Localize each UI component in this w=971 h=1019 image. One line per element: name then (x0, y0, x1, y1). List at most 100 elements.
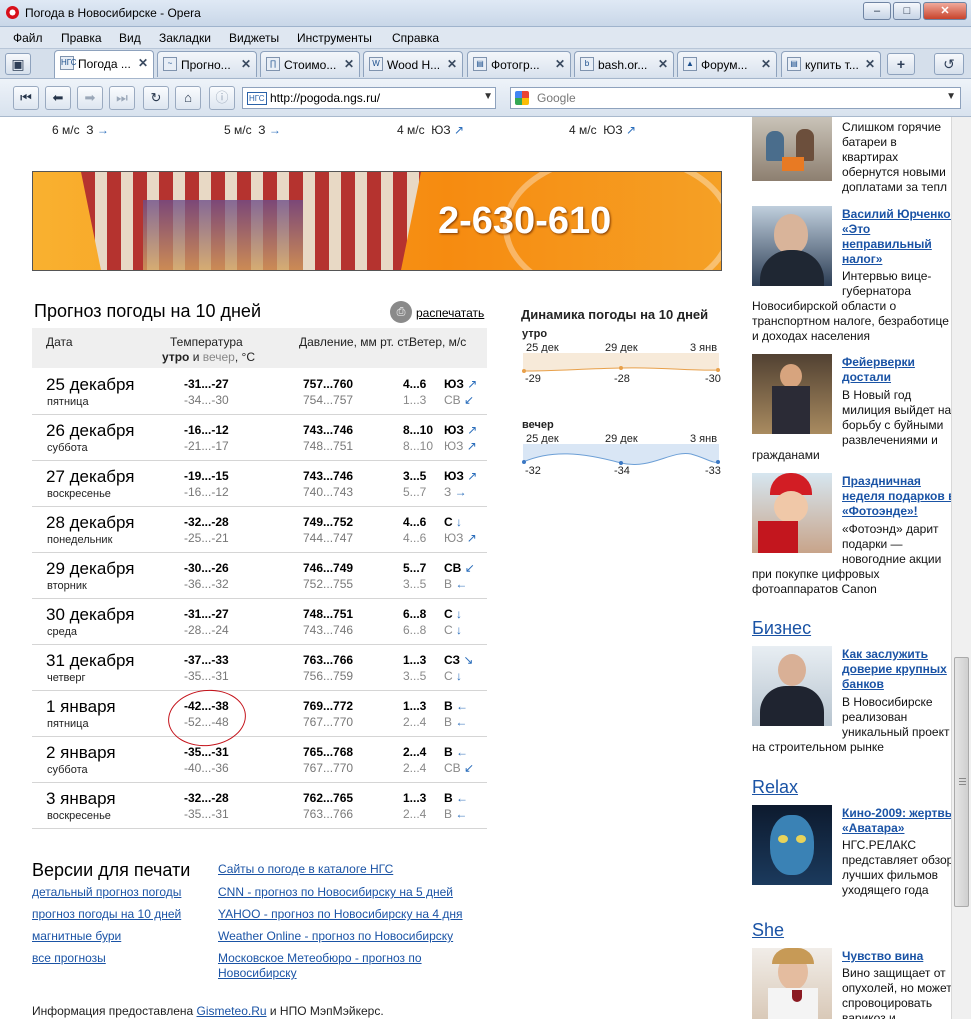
vertical-scrollbar[interactable] (951, 117, 971, 1019)
temp-morning: -32...-28 (184, 791, 229, 805)
relax-link[interactable]: Кино-2009: жертвы «Аватара» (842, 806, 951, 836)
news-photo-yurchenko[interactable] (752, 206, 832, 286)
forecast-weekday: пятница (47, 396, 89, 408)
link-moscow-meteo-2[interactable]: Новосибирску (218, 966, 297, 980)
news-photo-wine[interactable] (752, 948, 832, 1019)
close-tab-icon[interactable]: ✕ (658, 57, 668, 71)
link-catalog[interactable]: Сайты о погоде в каталоге НГС (218, 862, 393, 876)
gismeteo-link[interactable]: Gismeteo.Ru (197, 1004, 267, 1018)
tab-pogoda[interactable]: НГС Погода ... ✕ (54, 50, 154, 78)
wind-dir-morning: ЮЗ ↗ (444, 423, 477, 437)
forecast-date: 25 декабря (46, 375, 135, 394)
tab-prognoz[interactable]: ~ Прогно... ✕ (157, 51, 257, 77)
wind-dir-morning: В ← (444, 699, 468, 713)
tab-label: Wood H... (387, 58, 441, 72)
forecast-weekday: воскресенье (47, 488, 111, 500)
minimize-button[interactable]: ‒ (863, 2, 891, 20)
wind-speed-morning: 6...8 (403, 607, 427, 621)
advertisement-banner[interactable]: 2-630-610 (32, 171, 722, 271)
menu-help[interactable]: Справка (392, 31, 439, 45)
window-titlebar[interactable]: Погода в Новосибирске - Opera ‒ □ ✕ (0, 0, 971, 27)
section-business[interactable]: Бизнес (752, 618, 811, 639)
menu-bookmarks[interactable]: Закладки (159, 31, 211, 45)
menu-file[interactable]: Файл (13, 31, 43, 45)
wind-direction-label: С (444, 669, 453, 683)
panels-toggle-button[interactable]: ▣ (5, 53, 31, 75)
close-tab-icon[interactable]: ✕ (761, 57, 771, 71)
close-tab-icon[interactable]: ✕ (241, 57, 251, 71)
pressure-evening: 752...755 (303, 577, 354, 591)
news-photo-batteries[interactable] (752, 117, 832, 181)
she-link[interactable]: Чувство вина (842, 949, 923, 964)
address-url[interactable]: http://pogoda.ngs.ru/ (270, 91, 380, 105)
wood-favicon-icon: W (369, 57, 383, 71)
close-tab-icon[interactable]: ✕ (344, 57, 354, 71)
wind-dir-evening: ЮЗ ↗ (444, 439, 477, 453)
print-link-magnetic[interactable]: магнитные бури (32, 929, 121, 943)
news-photo-fotoend[interactable] (752, 473, 832, 553)
news3-link[interactable]: Фейерверки достали (842, 355, 915, 385)
close-window-button[interactable]: ✕ (923, 2, 967, 20)
tab-photo[interactable]: ▤ Фотогр... ✕ (467, 51, 571, 77)
rewind-icon[interactable]: ⏮ (13, 86, 39, 110)
wind-direction-label: С (444, 607, 453, 621)
close-tab-icon[interactable]: ✕ (447, 57, 457, 71)
back-icon[interactable]: ⬅ (45, 86, 71, 110)
news3-text-wide: гражданами (752, 448, 820, 462)
tab-label: bash.or... (598, 58, 648, 72)
fast-forward-icon[interactable]: ⏭ (109, 86, 135, 110)
close-tab-icon[interactable]: ✕ (865, 57, 875, 71)
reload-icon[interactable]: ↻ (143, 86, 169, 110)
link-moscow-meteo[interactable]: Московское Метеобюро - прогноз по (218, 951, 422, 965)
section-relax[interactable]: Relax (752, 777, 798, 798)
news-photo-fireworks[interactable] (752, 354, 832, 434)
address-field[interactable]: НГС http://pogoda.ngs.ru/ ▼ (242, 87, 496, 109)
new-tab-button[interactable]: + (887, 53, 915, 75)
news4-link[interactable]: Праздничная неделя подарков в «Фотоэнде»! (842, 474, 951, 519)
google-icon[interactable] (515, 91, 529, 105)
link-yahoo[interactable]: YAHOO - прогноз по Новосибирску на 4 дня (218, 907, 463, 921)
wind-arrow-icon: ↙ (464, 393, 475, 407)
printer-icon[interactable]: ⎙ (390, 301, 412, 323)
chevron-down-icon[interactable]: ▼ (483, 91, 493, 102)
link-weather-online[interactable]: Weather Online - прогноз по Новосибирску (218, 929, 453, 943)
print-link-all[interactable]: все прогнозы (32, 951, 106, 965)
print-link-detailed[interactable]: детальный прогноз погоды (32, 885, 181, 899)
tab-stoimost[interactable]: ∏ Стоимо... ✕ (260, 51, 360, 77)
news2-link[interactable]: Василий Юрченко: «Это неправильный налог» (842, 207, 951, 267)
tab-wood[interactable]: W Wood H... ✕ (363, 51, 463, 77)
info-icon[interactable]: ⓘ (209, 86, 235, 110)
dynamics-morning-value-1: -29 (525, 373, 541, 385)
tab-kupit[interactable]: ▤ купить т... ✕ (781, 51, 881, 77)
menu-widgets[interactable]: Виджеты (229, 31, 279, 45)
forward-icon[interactable]: ➡ (77, 86, 103, 110)
search-field[interactable]: Google ▼ (510, 87, 961, 109)
close-tab-icon[interactable]: ✕ (555, 57, 565, 71)
menu-tools[interactable]: Инструменты (297, 31, 372, 45)
menu-view[interactable]: Вид (119, 31, 141, 45)
scrollbar-thumb[interactable] (954, 657, 969, 907)
home-icon[interactable]: ⌂ (175, 86, 201, 110)
pressure-morning: 769...772 (303, 699, 354, 713)
maximize-button[interactable]: □ (893, 2, 921, 20)
print-link[interactable]: распечатать (416, 306, 484, 320)
wind-arrow-icon: ← (455, 577, 468, 591)
wind-dir-evening: В ← (444, 715, 467, 729)
wind-direction-label: СВ (444, 761, 461, 775)
close-tab-icon[interactable]: ✕ (138, 56, 148, 70)
news-photo-banker[interactable] (752, 646, 832, 726)
forecast-weekday: вторник (47, 580, 87, 592)
forecast-date: 27 декабря (46, 467, 135, 486)
print-link-10days[interactable]: прогноз погоды на 10 дней (32, 907, 181, 921)
tab-bash[interactable]: b bash.or... ✕ (574, 51, 674, 77)
news-photo-avatar[interactable] (752, 805, 832, 885)
section-she[interactable]: She (752, 920, 784, 941)
wind-speed-evening: 1...3 (403, 393, 427, 407)
temp-evening: -35...-31 (184, 669, 229, 683)
closed-tabs-icon[interactable]: ↺ (934, 53, 964, 75)
menu-edit[interactable]: Правка (61, 31, 102, 45)
business-link[interactable]: Как заслужить доверие крупных банков (842, 647, 947, 692)
chevron-down-icon[interactable]: ▼ (946, 91, 956, 102)
tab-forum[interactable]: ▲ Форум... ✕ (677, 51, 777, 77)
link-cnn[interactable]: CNN - прогноз по Новосибирску на 5 дней (218, 885, 453, 899)
